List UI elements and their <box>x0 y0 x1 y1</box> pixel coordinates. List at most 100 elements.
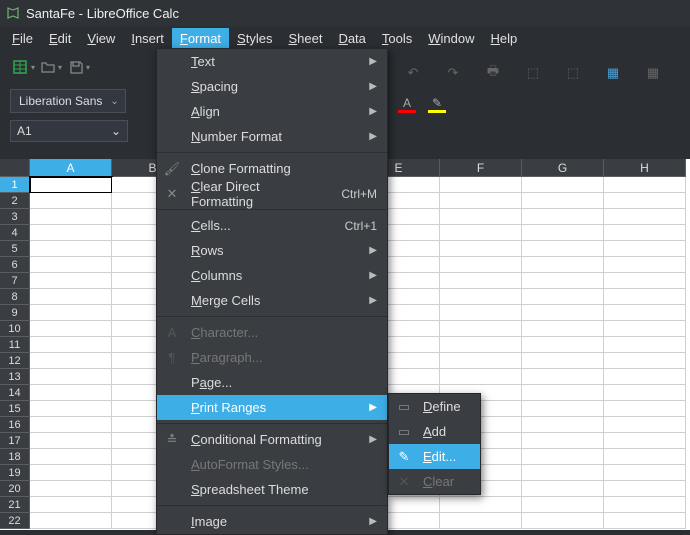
cell[interactable] <box>604 497 686 513</box>
row-header[interactable]: 13 <box>0 369 30 385</box>
menu-file[interactable]: File <box>4 28 41 49</box>
cell[interactable] <box>30 353 112 369</box>
cell[interactable] <box>522 513 604 529</box>
cell[interactable] <box>440 369 522 385</box>
row-header[interactable]: 16 <box>0 417 30 433</box>
format-menu-item-clone-formatting[interactable]: 🖌Clone Formatting <box>157 156 387 181</box>
cell[interactable] <box>30 225 112 241</box>
cell[interactable] <box>522 273 604 289</box>
filter-icon[interactable]: ▦ <box>600 60 626 86</box>
cell[interactable] <box>440 305 522 321</box>
cell[interactable] <box>440 513 522 529</box>
row-header[interactable]: 7 <box>0 273 30 289</box>
new-icon[interactable]: ▾ <box>10 54 36 80</box>
cell[interactable] <box>30 305 112 321</box>
cell[interactable] <box>522 497 604 513</box>
format-menu-item-merge-cells[interactable]: Merge Cells▶ <box>157 288 387 313</box>
menu-window[interactable]: Window <box>420 28 482 49</box>
format-menu-item-page[interactable]: Page... <box>157 370 387 395</box>
row-header[interactable]: 17 <box>0 433 30 449</box>
cell[interactable] <box>522 481 604 497</box>
cell[interactable] <box>30 241 112 257</box>
cell[interactable] <box>30 177 112 193</box>
format-menu-item-rows[interactable]: Rows▶ <box>157 238 387 263</box>
cell[interactable] <box>604 417 686 433</box>
cell[interactable] <box>604 385 686 401</box>
cell[interactable] <box>604 289 686 305</box>
row-header[interactable]: 3 <box>0 209 30 225</box>
row-header[interactable]: 18 <box>0 449 30 465</box>
row-header[interactable]: 4 <box>0 225 30 241</box>
cell[interactable] <box>522 465 604 481</box>
cell[interactable] <box>30 433 112 449</box>
cell[interactable] <box>30 209 112 225</box>
cell[interactable] <box>440 241 522 257</box>
menu-format[interactable]: Format <box>172 28 229 49</box>
cell[interactable] <box>604 193 686 209</box>
format-menu-item-text[interactable]: Text▶ <box>157 49 387 74</box>
cell[interactable] <box>440 273 522 289</box>
cell[interactable] <box>30 449 112 465</box>
menu-sheet[interactable]: Sheet <box>280 28 330 49</box>
cell[interactable] <box>440 257 522 273</box>
cell[interactable] <box>522 193 604 209</box>
cell[interactable] <box>604 513 686 529</box>
cell[interactable] <box>30 417 112 433</box>
column-header[interactable]: F <box>440 159 522 177</box>
cell[interactable] <box>604 353 686 369</box>
format-menu-item-conditional-formatting[interactable]: ≛Conditional Formatting▶ <box>157 427 387 452</box>
cell[interactable] <box>30 481 112 497</box>
cell[interactable] <box>522 289 604 305</box>
row-header[interactable]: 2 <box>0 193 30 209</box>
cell[interactable] <box>440 193 522 209</box>
format-menu-item-image[interactable]: Image▶ <box>157 509 387 534</box>
cell[interactable] <box>30 337 112 353</box>
cell[interactable] <box>440 353 522 369</box>
cell[interactable] <box>522 305 604 321</box>
cell[interactable] <box>440 321 522 337</box>
cell[interactable] <box>522 321 604 337</box>
row-header[interactable]: 9 <box>0 305 30 321</box>
cell[interactable] <box>604 305 686 321</box>
cell[interactable] <box>440 497 522 513</box>
cell[interactable] <box>30 289 112 305</box>
row-header[interactable]: 20 <box>0 481 30 497</box>
cell[interactable] <box>440 337 522 353</box>
cell[interactable] <box>440 177 522 193</box>
cell[interactable] <box>604 465 686 481</box>
sort-desc-icon[interactable]: ⬚ <box>560 60 586 86</box>
format-menu-item-columns[interactable]: Columns▶ <box>157 263 387 288</box>
cell[interactable] <box>604 369 686 385</box>
cell[interactable] <box>604 209 686 225</box>
menu-insert[interactable]: Insert <box>123 28 172 49</box>
printranges-item-define[interactable]: ▭Define <box>389 394 480 419</box>
cell[interactable] <box>522 337 604 353</box>
cell[interactable] <box>30 257 112 273</box>
format-menu-item-spreadsheet-theme[interactable]: Spreadsheet Theme <box>157 477 387 502</box>
cell[interactable] <box>30 321 112 337</box>
font-color-icon[interactable]: A <box>398 96 416 113</box>
cell[interactable] <box>604 225 686 241</box>
freeze-icon[interactable]: ▦ <box>640 60 666 86</box>
row-header[interactable]: 14 <box>0 385 30 401</box>
column-header[interactable]: A <box>30 159 112 177</box>
format-menu-item-clear-direct-formatting[interactable]: ✕Clear Direct FormattingCtrl+M <box>157 181 387 206</box>
sort-asc-icon[interactable]: ⬚ <box>520 60 546 86</box>
format-menu-item-align[interactable]: Align▶ <box>157 99 387 124</box>
menu-data[interactable]: Data <box>330 28 373 49</box>
cell[interactable] <box>30 513 112 529</box>
cell[interactable] <box>522 433 604 449</box>
cell[interactable] <box>604 481 686 497</box>
menu-view[interactable]: View <box>79 28 123 49</box>
redo-icon[interactable]: ↷ <box>440 60 466 86</box>
cell[interactable] <box>604 257 686 273</box>
cell[interactable] <box>30 465 112 481</box>
cell[interactable] <box>522 353 604 369</box>
highlight-color-icon[interactable]: ✎ <box>428 96 446 113</box>
cell[interactable] <box>604 177 686 193</box>
cell[interactable] <box>522 177 604 193</box>
row-header[interactable]: 8 <box>0 289 30 305</box>
cell[interactable] <box>522 369 604 385</box>
cell[interactable] <box>604 337 686 353</box>
open-icon[interactable]: ▾ <box>38 54 64 80</box>
